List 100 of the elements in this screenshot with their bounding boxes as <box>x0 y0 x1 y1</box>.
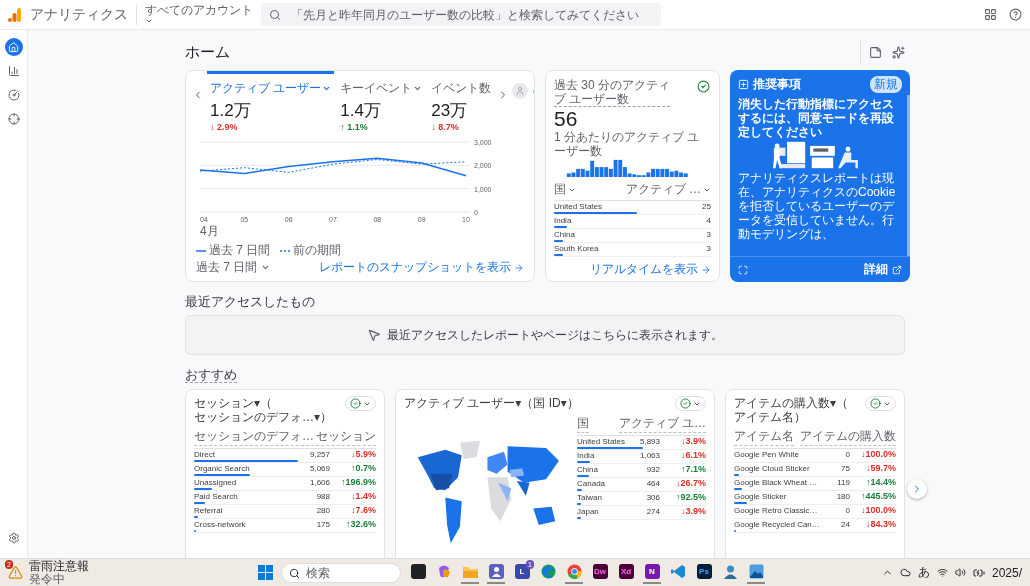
empty-message: 最近アクセスしたレポートやページはこちらに表示されます。 <box>387 326 723 344</box>
change-value: ↓3.9% <box>680 507 706 516</box>
change-value: ↑196.9% <box>339 478 376 487</box>
search-field[interactable]: 「先月と昨年同月のユーザー数の比較」と検索してみてください <box>261 3 661 26</box>
row-name: South Korea <box>554 244 600 253</box>
row-name: China <box>554 230 576 239</box>
change-value: ↑0.7% <box>350 464 376 473</box>
page-title: ホーム <box>185 42 230 62</box>
metric-tab[interactable]: イベント数 23万 ↓ 8.7% <box>428 71 495 134</box>
change-value: ↓7.6% <box>350 506 376 515</box>
row-name: United States <box>577 437 627 446</box>
card-title[interactable]: セッション▾（ <box>194 396 333 410</box>
row-value: 1,606 <box>309 478 330 487</box>
taskbar-app[interactable]: Ps <box>695 561 713 584</box>
row-name: Referral <box>194 506 224 515</box>
app-label: Dw <box>592 564 608 579</box>
taskbar-app[interactable]: N <box>643 561 661 584</box>
arrow-right-icon <box>701 264 711 275</box>
taskbar-app[interactable]: Xd <box>617 561 635 584</box>
change-value: ↑445.5% <box>859 492 896 501</box>
note-icon[interactable] <box>869 45 882 59</box>
app-label: Xd <box>618 564 634 579</box>
details-link[interactable]: 詳細 <box>864 261 902 278</box>
pointer-icon <box>367 328 381 342</box>
row-value: 932 <box>646 465 660 474</box>
change-value: ↓84.3% <box>864 520 896 529</box>
change-value: ↑14.4% <box>864 478 896 487</box>
section-title: おすすめ <box>185 367 237 383</box>
card-title[interactable]: アイテム名） <box>734 410 849 424</box>
column-dropdown[interactable]: アクティブ … <box>625 181 711 198</box>
row-name: China <box>577 465 599 474</box>
row-value: 0 <box>845 506 850 515</box>
change-value: ↓ 8.7% <box>431 122 459 132</box>
home-icon <box>8 41 19 53</box>
change-value: ↑92.5% <box>674 493 706 502</box>
person-icon <box>515 86 526 96</box>
column-header: セッション <box>316 428 376 446</box>
help-icon[interactable] <box>1009 8 1022 21</box>
change-value: ↓100.0% <box>859 506 896 515</box>
row-value: 1,063 <box>639 451 660 460</box>
taskbar-app[interactable]: Dw <box>591 561 609 584</box>
app-label: N <box>644 564 660 579</box>
cloud-icon[interactable] <box>899 567 911 578</box>
expand-button[interactable] <box>738 264 748 275</box>
taskbar-search-field[interactable]: 検索 <box>281 562 401 583</box>
check-icon <box>680 398 691 409</box>
date-range-dropdown[interactable]: 過去 7 日間 <box>196 259 271 276</box>
metric-tab[interactable]: キーイベント 1.4万 ↑ 1.1% <box>337 71 426 134</box>
row-value: 175 <box>316 520 330 529</box>
row-value: 4 <box>706 216 711 225</box>
legend-item: 前の期間 <box>280 242 342 259</box>
realtime-link[interactable]: リアルタイムを表示 <box>590 261 711 278</box>
settings-button[interactable] <box>7 532 20 544</box>
metric-value: 1.4万 <box>340 100 381 122</box>
sparkle-icon[interactable] <box>892 45 905 59</box>
snapshot-link[interactable]: レポートのスナップショットを表示 <box>319 259 524 276</box>
row-name: Japan <box>577 507 600 516</box>
change-value: ↓5.9% <box>350 450 376 459</box>
row-name: United States <box>554 202 604 211</box>
row-value: 988 <box>316 492 330 501</box>
account-selector[interactable]: すべてのアカウント <box>145 4 253 25</box>
metric-tab[interactable]: アクティブ ユーザー 1.2万 ↓ 2.9% <box>207 71 335 134</box>
card-title[interactable]: セッションのデフォ…▾） <box>194 410 333 424</box>
legend-item: 過去 7 日間 <box>196 242 271 259</box>
swirl-icon <box>436 564 452 579</box>
sidebar-item[interactable] <box>4 38 23 56</box>
change-value: ↑32.6% <box>344 520 376 529</box>
row-name: Unassigned <box>194 478 238 487</box>
row-name: Organic Search <box>194 464 251 473</box>
section-title: 最近アクセスしたもの <box>185 294 315 309</box>
plus-icon <box>738 79 749 90</box>
arrow-right-icon <box>514 262 524 273</box>
row-value: 280 <box>316 506 330 515</box>
row-name: Taiwan <box>577 493 603 502</box>
start-button[interactable] <box>258 565 273 580</box>
change-value: ↓ 2.9% <box>210 122 238 132</box>
external-link-icon <box>892 264 902 275</box>
row-value: 5,069 <box>309 464 330 473</box>
apps-grid-icon[interactable] <box>984 8 997 21</box>
row-value: 0 <box>845 450 850 459</box>
expand-icon <box>738 264 748 275</box>
battery-icon[interactable] <box>972 566 985 579</box>
row-value: 180 <box>836 492 850 501</box>
clock[interactable]: 2025/ <box>991 565 1022 580</box>
ime-indicator[interactable]: あ <box>917 564 930 581</box>
legend-line-icon <box>196 248 206 253</box>
volume-icon[interactable] <box>954 567 966 578</box>
row-value: 9,257 <box>309 450 330 459</box>
column-dropdown[interactable]: 国 <box>554 181 576 198</box>
gauge-icon <box>7 89 20 101</box>
row-name: Google Cloud Sticker <box>734 464 811 473</box>
wifi-icon[interactable] <box>936 567 948 578</box>
row-value: 306 <box>646 493 660 502</box>
card-label: 推奨事項 <box>753 76 801 93</box>
card-title[interactable]: アイテムの購入数▾（ <box>734 396 849 410</box>
check-icon <box>870 398 881 409</box>
row-value: 24 <box>841 520 850 529</box>
image-icon <box>748 564 764 579</box>
change-value: ↓1.4% <box>350 492 376 501</box>
card-title[interactable]: アクティブ ユーザー▾（国 ID▾） <box>404 396 579 410</box>
